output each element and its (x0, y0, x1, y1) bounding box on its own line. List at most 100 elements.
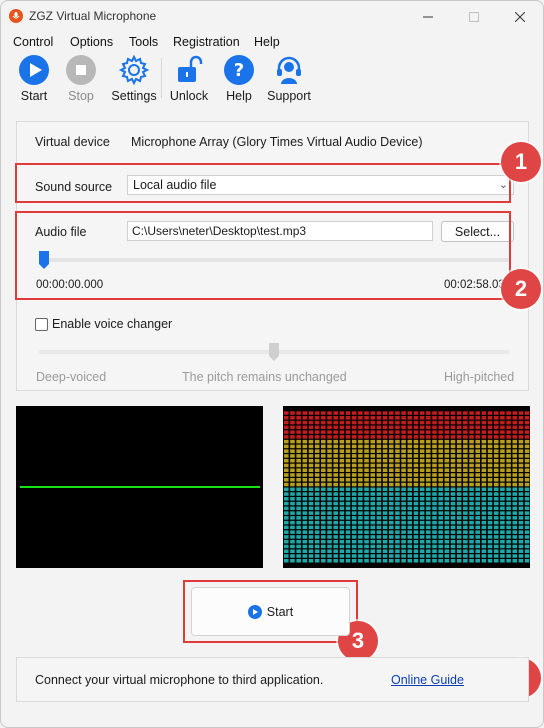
spectrum-cell (358, 558, 363, 563)
spectrum-cell (407, 425, 413, 430)
minimize-button[interactable] (405, 1, 451, 32)
toolbar-settings-button[interactable]: Settings (109, 54, 159, 103)
spectrum-cell (376, 544, 382, 549)
spectrum-cell (327, 439, 332, 444)
window-title: ZGZ Virtual Microphone (29, 9, 157, 23)
spectrum-cell (475, 492, 480, 496)
spectrum-cell (351, 454, 357, 458)
spectrum-cell (444, 530, 450, 534)
spectrum-cell (314, 458, 320, 463)
spectrum-cell (500, 539, 505, 544)
spectrum-cell (327, 487, 332, 492)
spectrum-cell (475, 458, 480, 463)
spectrum-cell (382, 411, 388, 415)
spectrum-cell (308, 463, 314, 468)
spectrum-cell (518, 506, 524, 511)
spectrum-cell (327, 549, 332, 553)
spectrum-cell (327, 411, 332, 415)
app-microphone-icon (9, 9, 23, 23)
toolbar-help-button[interactable]: ? Help (214, 54, 264, 103)
menu-options[interactable]: Options (70, 35, 113, 49)
spectrum-cell (432, 516, 437, 520)
spectrum-cell (376, 454, 382, 458)
spectrum-cell (438, 492, 443, 496)
spectrum-cell (413, 501, 419, 506)
spectrum-cell (475, 501, 480, 506)
toolbar-start-button[interactable]: Start (9, 54, 59, 103)
spectrum-cell (444, 482, 450, 487)
spectrum-cell (314, 416, 320, 420)
spectrum-cell (314, 477, 320, 482)
toolbar: Start Stop Settings Unlock ? Help Suppor… (1, 54, 543, 106)
svg-text:?: ? (234, 60, 244, 81)
spectrum-cell (395, 473, 400, 477)
main-start-button[interactable]: Start (191, 587, 350, 636)
pitch-center-label: The pitch remains unchanged (182, 370, 347, 384)
spectrum-cell (296, 420, 301, 425)
spectrum-cell (364, 425, 369, 430)
toolbar-stop-button[interactable]: Stop (56, 54, 106, 103)
spectrum-cell (450, 539, 456, 544)
spectrum-cell (333, 516, 338, 520)
spectrum-cell (376, 458, 382, 463)
spectrum-cell (290, 454, 295, 458)
spectrum-cell (413, 535, 419, 539)
spectrum-cell (345, 454, 351, 458)
spectrum-cell (463, 497, 468, 501)
spectrum-cell (308, 430, 314, 434)
spectrum-cell (382, 492, 388, 496)
spectrum-cell (382, 468, 388, 472)
menu-help[interactable]: Help (254, 35, 280, 49)
spectrum-cell (345, 416, 351, 420)
spectrum-cell (314, 506, 320, 511)
spectrum-cell (358, 501, 363, 506)
spectrum-cell (302, 501, 308, 506)
spectrum-cell (506, 425, 511, 430)
online-guide-link[interactable]: Online Guide (391, 673, 464, 687)
spectrum-cell (450, 544, 456, 549)
spectrum-cell (500, 530, 505, 534)
maximize-button[interactable] (451, 1, 497, 32)
voice-changer-checkbox[interactable] (35, 318, 48, 331)
spectrum-cell (382, 535, 388, 539)
spectrum-cell (284, 516, 289, 520)
spectrum-cell (364, 458, 369, 463)
footer-panel: Connect your virtual microphone to third… (16, 657, 529, 702)
spectrum-cell (345, 506, 351, 511)
spectrum-cell (351, 482, 357, 487)
spectrum-cell (351, 487, 357, 492)
spectrum-cell (456, 420, 462, 425)
spectrum-cell (456, 482, 462, 487)
spectrum-cell (524, 525, 530, 530)
spectrum-cell (506, 477, 511, 482)
spectrum-cell (401, 511, 406, 515)
spectrum-cell (302, 416, 308, 420)
spectrum-cell (438, 482, 443, 487)
spectrum-cell (358, 458, 363, 463)
spectrum-cell (481, 435, 487, 439)
spectrum-cell (463, 511, 468, 515)
spectrum-cell (469, 454, 474, 458)
spectrum-cell (493, 425, 499, 430)
spectrum-cell (481, 492, 487, 496)
spectrum-cell (296, 454, 301, 458)
spectrum-cell (493, 511, 499, 515)
spectrum-cell (481, 530, 487, 534)
toolbar-unlock-button[interactable]: Unlock (164, 54, 214, 103)
spectrum-cell (321, 463, 326, 468)
spectrum-cell (388, 501, 394, 506)
spectrum-cell (339, 411, 345, 415)
spectrum-cell (302, 477, 308, 482)
spectrum-cell (438, 487, 443, 492)
spectrum-cell (395, 492, 400, 496)
spectrum-cell (296, 544, 301, 549)
toolbar-support-button[interactable]: Support (264, 54, 314, 103)
spectrum-cell (339, 525, 345, 530)
close-button[interactable] (497, 1, 543, 32)
spectrum-cell (333, 411, 338, 415)
menu-tools[interactable]: Tools (129, 35, 158, 49)
menu-registration[interactable]: Registration (173, 35, 240, 49)
voice-changer-label: Enable voice changer (52, 317, 173, 331)
menu-control[interactable]: Control (13, 35, 53, 49)
spectrum-cell (524, 549, 530, 553)
